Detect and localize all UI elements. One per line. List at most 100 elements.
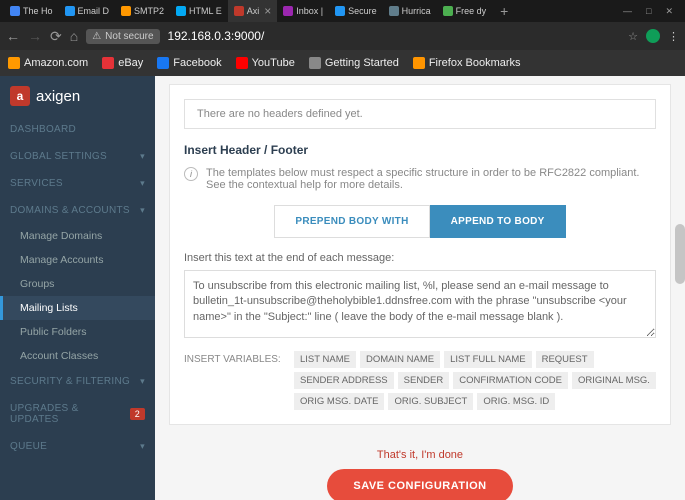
window-maximize[interactable]: □ (646, 6, 651, 17)
variable-pill[interactable]: ORIG. SUBJECT (388, 393, 473, 410)
browser-tab[interactable]: Email D (59, 0, 116, 22)
tab-label: The Ho (23, 6, 53, 16)
browser-menu-icon[interactable]: ⋮ (668, 30, 679, 43)
variable-pill[interactable]: REQUEST (536, 351, 594, 368)
browser-titlebar: The Ho Email D SMTP2 HTML E Axi × Inbox | Secur… (0, 0, 685, 22)
sidebar-section-services[interactable]: SERVICES ▾ (0, 170, 155, 197)
no-headers-note: There are no headers defined yet. (184, 99, 656, 129)
scrollbar-thumb[interactable] (675, 224, 685, 284)
new-tab-button[interactable]: + (492, 3, 516, 19)
tab-label: Inbox | (296, 6, 323, 16)
sidebar-section-queue[interactable]: QUEUE▾ (0, 433, 155, 460)
tab-label: SMTP2 (134, 6, 164, 16)
done-link[interactable]: That's it, I'm done (155, 449, 685, 461)
tab-favicon (65, 6, 75, 16)
url-text[interactable]: 192.168.0.3:9000/ (168, 29, 265, 43)
bookmarks-bar: Amazon.com eBay Facebook YouTube Getting Sta… (0, 50, 685, 76)
sidebar-section-global-settings[interactable]: GLOBAL SETTINGS ▾ (0, 143, 155, 170)
sidebar-item-manage-domains[interactable]: Manage Domains (0, 224, 155, 248)
reload-button[interactable]: ⟳ (50, 28, 62, 45)
tab-favicon (176, 6, 186, 16)
extension-shield-icon[interactable] (646, 29, 660, 43)
section-label: GLOBAL SETTINGS (10, 151, 107, 162)
sidebar-item-mailing-lists[interactable]: Mailing Lists (0, 296, 155, 320)
browser-tab[interactable]: Hurrica (383, 0, 437, 22)
save-configuration-button[interactable]: SAVE CONFIGURATION (327, 469, 512, 500)
window-minimize[interactable]: — (623, 6, 632, 17)
variable-pill[interactable]: ORIG MSG. DATE (294, 393, 384, 410)
window-close[interactable]: ✕ (665, 6, 673, 17)
home-button[interactable]: ⌂ (70, 28, 78, 44)
variable-pill[interactable]: SENDER (398, 372, 450, 389)
security-badge[interactable]: ⚠ Not secure (86, 29, 159, 44)
warning-icon: ⚠ (92, 31, 101, 42)
chevron-down-icon: ▾ (140, 178, 145, 189)
variable-pills: LIST NAMEDOMAIN NAMELIST FULL NAMEREQUES… (294, 351, 656, 410)
bookmark-label: Amazon.com (24, 57, 88, 69)
sidebar-section-dashboard[interactable]: DASHBOARD (0, 116, 155, 143)
sidebar-item-account-classes[interactable]: Account Classes (0, 344, 155, 368)
bookmark-label: Firefox Bookmarks (429, 57, 521, 69)
forward-button[interactable]: → (28, 28, 42, 44)
bookmark-label: Getting Started (325, 57, 399, 69)
tab-label: Axi (247, 6, 260, 16)
bookmark-item[interactable]: Getting Started (309, 57, 399, 69)
close-icon[interactable]: × (264, 4, 271, 18)
bookmark-item[interactable]: Amazon.com (8, 57, 88, 69)
tab-favicon (10, 6, 20, 16)
bookmark-favicon (8, 57, 20, 69)
back-button[interactable]: ← (6, 28, 20, 44)
textarea-label: Insert this text at the end of each mess… (184, 252, 656, 264)
chevron-down-icon: ▾ (140, 205, 145, 216)
sidebar-item-manage-accounts[interactable]: Manage Accounts (0, 248, 155, 272)
bookmark-item[interactable]: YouTube (236, 57, 295, 69)
chevron-down-icon: ▾ (140, 376, 145, 387)
bookmark-favicon (102, 57, 114, 69)
section-label: SERVICES (10, 178, 63, 189)
sidebar-section-security-filtering[interactable]: SECURITY & FILTERING▾ (0, 368, 155, 395)
browser-tab[interactable]: The Ho (4, 0, 59, 22)
browser-tab[interactable]: Inbox | (277, 0, 329, 22)
body-position-tabs: PREPEND BODY WITH APPEND TO BODY (184, 205, 656, 238)
content-area: There are no headers defined yet. Insert… (155, 76, 685, 500)
tab-append-body[interactable]: APPEND TO BODY (430, 205, 566, 238)
bookmark-favicon (236, 57, 248, 69)
variable-pill[interactable]: LIST FULL NAME (444, 351, 532, 368)
tab-favicon (283, 6, 293, 16)
tab-label: Hurrica (402, 6, 431, 16)
variable-pill[interactable]: ORIG. MSG. ID (477, 393, 555, 410)
variable-pill[interactable]: DOMAIN NAME (360, 351, 440, 368)
tab-label: Email D (78, 6, 110, 16)
logo-text: axigen (36, 88, 80, 105)
browser-tab[interactable]: Secure (329, 0, 383, 22)
sidebar-section-upgrades-updates[interactable]: UPGRADES & UPDATES2 (0, 395, 155, 433)
insert-variables-label: INSERT VARIABLES: (184, 351, 284, 365)
logo-mark: a (10, 86, 30, 106)
footer-textarea[interactable] (184, 270, 656, 338)
browser-tab[interactable]: HTML E (170, 0, 228, 22)
section-label: DASHBOARD (10, 124, 76, 135)
tab-prepend-body[interactable]: PREPEND BODY WITH (274, 205, 429, 238)
sidebar-item-public-folders[interactable]: Public Folders (0, 320, 155, 344)
info-icon: i (184, 167, 198, 181)
not-secure-label: Not secure (105, 31, 153, 42)
variable-pill[interactable]: SENDER ADDRESS (294, 372, 394, 389)
sidebar-item-groups[interactable]: Groups (0, 272, 155, 296)
browser-tab[interactable]: Axi × (228, 0, 278, 22)
logo[interactable]: a axigen (0, 76, 155, 116)
bookmark-item[interactable]: Firefox Bookmarks (413, 57, 521, 69)
tab-label: HTML E (189, 6, 222, 16)
sidebar-section-domains-accounts[interactable]: DOMAINS & ACCOUNTS▾ (0, 197, 155, 224)
chevron-down-icon: ▾ (140, 151, 145, 162)
bookmark-item[interactable]: eBay (102, 57, 143, 69)
variable-pill[interactable]: LIST NAME (294, 351, 356, 368)
bookmark-label: YouTube (252, 57, 295, 69)
sidebar: a axigen DASHBOARDGLOBAL SETTINGS▾SERVIC… (0, 76, 155, 500)
variable-pill[interactable]: CONFIRMATION CODE (453, 372, 568, 389)
info-text: The templates below must respect a speci… (206, 167, 656, 191)
bookmark-star-icon[interactable]: ☆ (628, 30, 638, 43)
variable-pill[interactable]: ORIGINAL MSG. (572, 372, 656, 389)
browser-tab[interactable]: SMTP2 (115, 0, 170, 22)
browser-tab[interactable]: Free dy (437, 0, 493, 22)
bookmark-item[interactable]: Facebook (157, 57, 221, 69)
